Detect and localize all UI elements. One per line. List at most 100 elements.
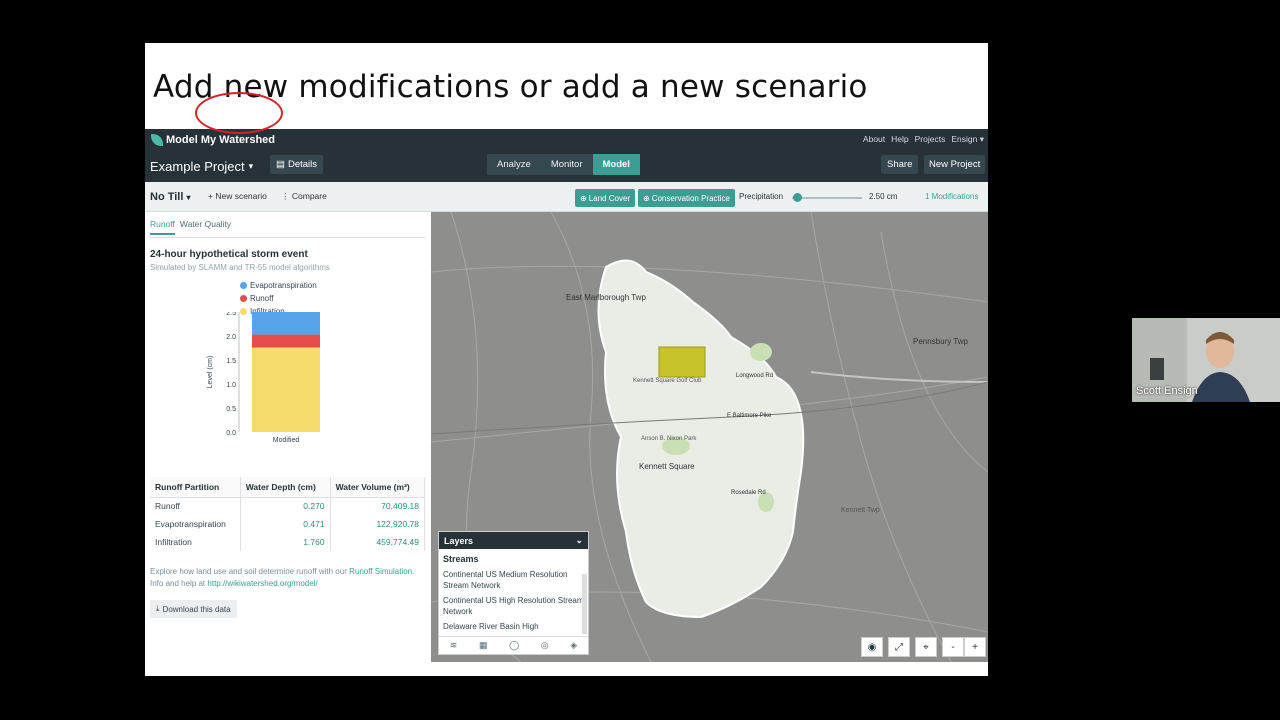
user-menu[interactable]: Ensign ▾ — [951, 134, 984, 145]
map-label: Rosedale Rd — [731, 490, 766, 496]
download-data-button[interactable]: ⤓ Download this data — [150, 600, 237, 618]
park-area — [750, 343, 772, 361]
map-view[interactable]: East Marlborough Twp Kennett Square Golf… — [431, 212, 988, 662]
column-header[interactable]: Water Depth (cm) — [240, 477, 331, 498]
tab-analyze[interactable]: Analyze — [487, 154, 541, 175]
table-cell: Runoff — [150, 497, 241, 515]
y-tick-label: 0.5 — [226, 406, 236, 413]
caret-down-icon: ▾ — [979, 134, 984, 144]
signal-icon[interactable]: ◎ — [541, 640, 549, 651]
scenario-dropdown[interactable]: No Till ▾ — [150, 191, 191, 203]
results-tabs: Runoff Water Quality — [150, 219, 231, 235]
table-cell: 459,774.49 — [330, 533, 426, 551]
runoff-simulation-link[interactable]: Runoff Simulation. — [349, 567, 414, 576]
presenter-name: Scott Ensign — [1136, 385, 1198, 397]
link-projects[interactable]: Projects — [915, 134, 946, 145]
y-tick-label: 2.0 — [226, 334, 236, 341]
brand[interactable]: Model My Watershed — [151, 134, 275, 146]
precipitation-slider-track[interactable] — [792, 197, 862, 199]
column-header[interactable]: Runoff Partition — [150, 477, 241, 498]
chevron-down-icon: ⌄ — [575, 535, 583, 545]
plus-circle-icon: ⊕ — [580, 193, 587, 203]
map-label: Kennett Twp — [841, 507, 880, 514]
tab-monitor[interactable]: Monitor — [540, 154, 593, 175]
table-cell: 122,920.78 — [330, 515, 426, 533]
layer-item[interactable]: Continental US High Resolution Stream Ne… — [439, 593, 588, 619]
layers-scrollbar[interactable] — [582, 574, 587, 634]
tab-runoff[interactable]: Runoff — [150, 219, 175, 235]
y-axis-label: Level (cm) — [207, 356, 214, 389]
precipitation-value: 2.50 cm — [869, 192, 898, 201]
slide: Add new modifications or add a new scena… — [145, 43, 988, 676]
share-button[interactable]: Share — [881, 155, 919, 174]
project-name[interactable]: Example Project ▾ — [150, 159, 253, 174]
layer-item[interactable]: Continental US Medium Resolution Stream … — [439, 567, 588, 593]
table-cell: Infiltration — [150, 533, 241, 551]
locate-icon[interactable]: ◉ — [861, 637, 883, 657]
table-row: Evapotranspiration 0.471 122,920.78 — [150, 515, 426, 533]
tab-water-quality[interactable]: Water Quality — [180, 219, 231, 235]
map-label: Kennett Square Golf Club — [633, 378, 702, 384]
layers-section-title: Streams — [443, 554, 479, 564]
presenter-video: Scott Ensign — [1132, 318, 1280, 402]
conservation-practice-button[interactable]: ⊕ Conservation Practice — [638, 189, 735, 207]
app-window: Model My Watershed About Help Projects E… — [145, 129, 988, 676]
fullscreen-icon[interactable]: ⤢ — [888, 637, 910, 657]
table-cell: 1.760 — [240, 533, 331, 551]
precipitation-slider-handle[interactable] — [793, 193, 802, 202]
table-row: Infiltration 1.760 459,774.49 — [150, 533, 426, 551]
explore-text: Explore how land use and soil determine … — [150, 567, 415, 588]
map-label: Pennsbury Twp — [913, 337, 969, 346]
table-cell: 0.471 — [240, 515, 331, 533]
layer-item[interactable]: Delaware River Basin High — [439, 619, 588, 634]
table-cell: 0.270 — [240, 497, 331, 515]
results-title: 24-hour hypothetical storm event — [150, 249, 308, 260]
compare-button[interactable]: ⋮ Compare — [281, 191, 327, 202]
modified-area-polygon[interactable] — [658, 346, 706, 378]
y-tick-label: 1.0 — [226, 382, 236, 389]
y-tick-label: 1.5 — [226, 358, 236, 365]
grid-icon[interactable]: ▦ — [479, 640, 488, 651]
brand-name: Model My Watershed — [166, 134, 275, 146]
caret-down-icon: ▾ — [248, 161, 254, 171]
tab-model[interactable]: Model — [592, 154, 640, 175]
column-header[interactable]: Water Volume (m³) — [330, 477, 426, 498]
layers-icon-bar: ≋ ▦ ◯ ◎ ◈ — [439, 636, 588, 654]
modifications-link[interactable]: 1 Modifications — [925, 192, 978, 201]
download-icon: ⤓ — [156, 604, 160, 613]
bar-segment-evapotranspiration[interactable] — [252, 312, 320, 335]
y-tick-label: 2.5 — [226, 312, 236, 317]
table-header-row: Runoff Partition Water Depth (cm) Water … — [150, 477, 426, 498]
new-project-button[interactable]: New Project — [924, 155, 986, 174]
plus-circle-icon: ⊕ — [643, 193, 650, 203]
caret-down-icon: ▾ — [186, 193, 191, 202]
table-cell: 70,409.18 — [330, 497, 426, 515]
tab-divider — [150, 237, 425, 238]
boundary-icon[interactable]: ◯ — [509, 640, 519, 651]
details-button[interactable]: ▤ Details — [270, 155, 324, 174]
legend-item: Evapotranspiration — [240, 279, 317, 292]
zoom-in-button[interactable]: + — [964, 637, 986, 657]
link-help[interactable]: Help — [891, 134, 908, 145]
results-subtitle: Simulated by SLAMM and TR-55 model algor… — [150, 263, 330, 272]
pin-icon[interactable]: ⌖ — [915, 637, 937, 657]
bar-segment-infiltration[interactable] — [252, 347, 320, 432]
top-navbar: Model My Watershed About Help Projects E… — [145, 129, 988, 182]
map-label: East Marlborough Twp — [566, 293, 646, 302]
layers-header[interactable]: Layers ⌄ — [439, 532, 588, 549]
y-tick-label: 0.0 — [226, 430, 236, 437]
link-about[interactable]: About — [863, 134, 885, 145]
wiki-link[interactable]: http://wikiwatershed.org/model/ — [207, 579, 317, 588]
layers-stack-icon[interactable]: ◈ — [570, 640, 577, 651]
document-icon: ▤ — [276, 159, 285, 170]
land-cover-button[interactable]: ⊕ Land Cover — [575, 189, 636, 207]
bar-segment-runoff[interactable] — [252, 334, 320, 348]
zoom-out-button[interactable]: - — [942, 637, 964, 657]
streams-icon[interactable]: ≋ — [450, 640, 458, 651]
table-row: Runoff 0.270 70,409.18 — [150, 497, 426, 515]
top-links: About Help Projects Ensign ▾ — [863, 134, 984, 145]
map-label: Longwood Rd — [736, 373, 773, 379]
runoff-partition-table: Runoff Partition Water Depth (cm) Water … — [150, 477, 426, 551]
new-scenario-button[interactable]: + New scenario — [208, 191, 267, 201]
map-label: E Baltimore Pike — [727, 413, 772, 419]
